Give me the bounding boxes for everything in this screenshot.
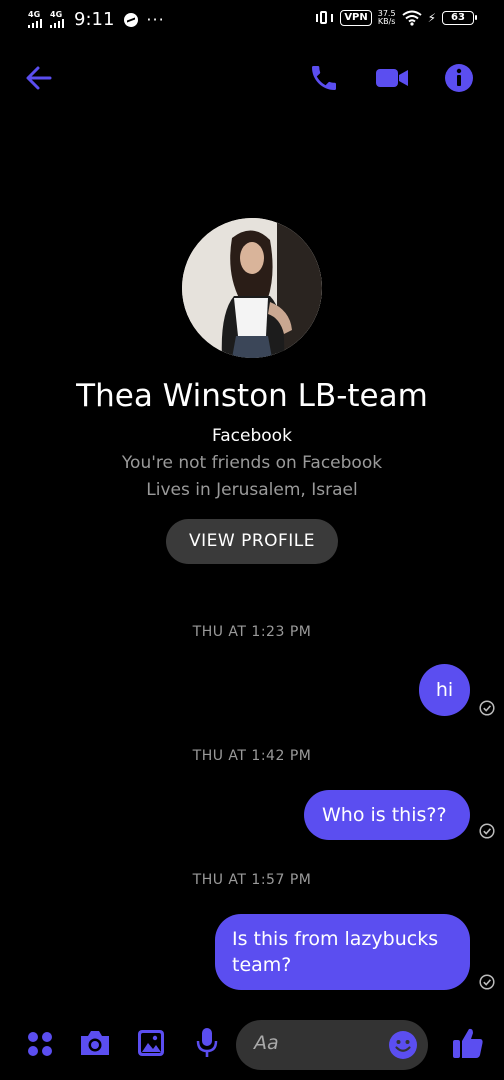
video-camera-icon[interactable] <box>374 64 410 92</box>
conversation-toolbar <box>0 56 504 100</box>
network-speed: 37.5 KB/s <box>377 9 396 26</box>
more-notifications-icon: ··· <box>146 10 165 29</box>
microphone-icon[interactable] <box>195 1026 219 1060</box>
contact-location: Lives in Jerusalem, Israel <box>146 480 358 500</box>
wifi-icon <box>401 10 422 26</box>
contact-source: Facebook <box>212 426 292 446</box>
message-input[interactable]: Aa <box>236 1020 428 1070</box>
message-timestamp: THU AT 1:57 PM <box>192 872 312 888</box>
vpn-badge: VPN <box>340 10 372 26</box>
seen-check-icon <box>479 974 495 990</box>
clock: 9:11 <box>74 9 115 30</box>
sent-message-bubble[interactable]: Who is this?? <box>304 790 470 840</box>
info-icon[interactable] <box>443 62 475 94</box>
sent-message-bubble[interactable]: hi <box>419 664 470 716</box>
gallery-icon[interactable] <box>136 1028 166 1058</box>
message-composer: Aa <box>0 1016 504 1074</box>
grid-menu-icon[interactable] <box>26 1030 54 1058</box>
message-text-line: Is this from lazybucks <box>232 928 439 950</box>
contact-avatar <box>182 218 322 358</box>
message-timestamp: THU AT 1:42 PM <box>192 748 312 764</box>
phone-icon[interactable] <box>308 62 340 94</box>
message-text-line: team? <box>232 954 292 976</box>
friend-status: You're not friends on Facebook <box>121 453 383 473</box>
seen-check-icon <box>479 700 495 716</box>
view-profile-button[interactable]: VIEW PROFILE <box>166 519 338 564</box>
signal-icon: 4G <box>28 11 42 28</box>
message-input-placeholder: Aa <box>254 1032 279 1054</box>
contact-name: Thea Winston LB-team <box>76 378 428 414</box>
back-arrow-icon[interactable] <box>24 64 54 92</box>
charging-icon: ⚡ <box>427 11 436 25</box>
message-timestamp: THU AT 1:23 PM <box>192 624 312 640</box>
camera-icon[interactable] <box>78 1028 112 1058</box>
sent-message-bubble[interactable]: Is this from lazybucks team? <box>215 914 470 990</box>
messenger-notification-icon <box>124 12 139 27</box>
thumbs-up-icon[interactable] <box>452 1026 484 1060</box>
vibrate-icon <box>314 10 334 26</box>
signal-icon: 4G <box>50 11 64 28</box>
status-bar: 4G 4G 9:11 ··· VPN 37.5 KB/s ⚡ 63 <box>0 0 504 40</box>
seen-check-icon <box>479 823 495 839</box>
emoji-icon[interactable] <box>388 1030 418 1060</box>
battery-icon: 63 <box>442 11 477 25</box>
